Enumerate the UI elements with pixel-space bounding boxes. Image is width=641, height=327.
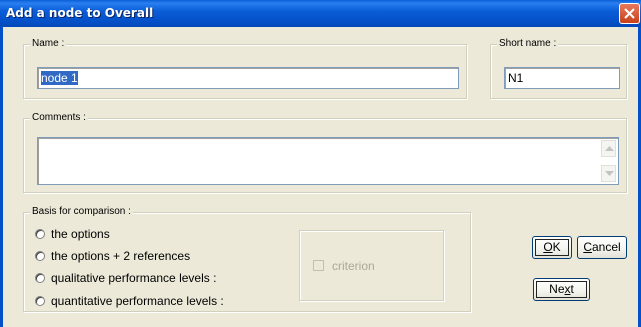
comments-group: Comments :	[23, 112, 627, 193]
radio-button[interactable]	[35, 229, 45, 239]
radio-button[interactable]	[35, 251, 45, 261]
short-name-value: N1	[508, 71, 524, 85]
radio-label: the options	[51, 227, 110, 241]
window-title: Add a node to Overall	[6, 6, 154, 20]
cancel-label-rest: ancel	[591, 240, 621, 254]
radio-label: quantitative performance levels :	[51, 294, 224, 308]
comments-textarea[interactable]	[37, 137, 619, 185]
close-icon	[624, 8, 635, 19]
criterion-checkbox[interactable]	[313, 260, 324, 271]
radio-button[interactable]	[35, 296, 45, 306]
scroll-down-button[interactable]	[601, 165, 616, 182]
criterion-label: criterion	[332, 259, 375, 273]
cancel-button[interactable]: Cancel	[577, 236, 627, 259]
window-frame-left	[0, 27, 3, 327]
scroll-up-button[interactable]	[601, 140, 616, 157]
title-bar[interactable]: Add a node to Overall	[0, 0, 641, 27]
name-legend: Name :	[30, 38, 67, 50]
cancel-mnemonic: C	[583, 240, 592, 254]
radio-button[interactable]	[35, 273, 45, 283]
arrow-up-icon	[605, 146, 614, 151]
short-name-input[interactable]: N1	[504, 67, 620, 89]
name-value: node 1	[41, 71, 78, 85]
name-group: Name : node 1	[23, 38, 467, 99]
close-button[interactable]	[619, 3, 640, 24]
short-name-legend: Short name :	[497, 38, 559, 50]
comments-scrollbar[interactable]	[601, 140, 616, 182]
name-input[interactable]: node 1	[37, 67, 459, 89]
basis-legend: Basis for comparison :	[30, 206, 133, 218]
comments-legend: Comments :	[30, 112, 88, 124]
next-button[interactable]: Next	[533, 278, 590, 301]
radio-label: qualitative performance levels :	[51, 271, 217, 285]
short-name-group: Short name : N1	[490, 38, 627, 99]
arrow-down-icon	[605, 171, 614, 176]
ok-button-focus-rect	[535, 239, 569, 256]
ok-button[interactable]: OK	[532, 236, 572, 259]
radio-label: the options + 2 references	[51, 249, 191, 263]
next-button-focus-rect	[536, 281, 587, 298]
